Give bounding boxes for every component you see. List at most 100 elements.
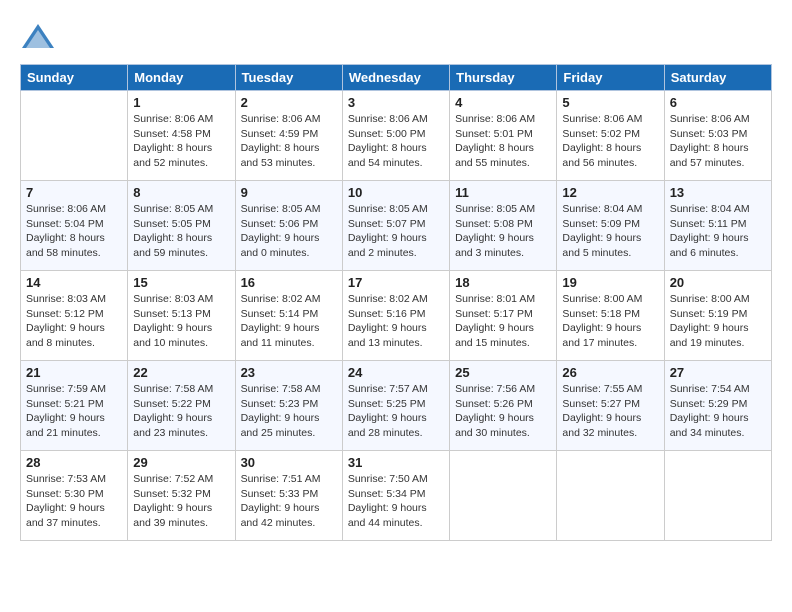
day-number: 24 — [348, 365, 444, 380]
calendar-day-cell: 1 Sunrise: 8:06 AMSunset: 4:58 PMDaylight… — [128, 91, 235, 181]
calendar-day-cell: 12 Sunrise: 8:04 AMSunset: 5:09 PMDayligh… — [557, 181, 664, 271]
weekday-header: Thursday — [450, 65, 557, 91]
calendar-day-cell — [557, 451, 664, 541]
day-info: Sunrise: 7:50 AMSunset: 5:34 PMDaylight:… — [348, 472, 444, 531]
calendar-day-cell: 20 Sunrise: 8:00 AMSunset: 5:19 PMDayligh… — [664, 271, 771, 361]
calendar-header-row: SundayMondayTuesdayWednesdayThursdayFrid… — [21, 65, 772, 91]
weekday-header: Monday — [128, 65, 235, 91]
calendar-day-cell: 27 Sunrise: 7:54 AMSunset: 5:29 PMDayligh… — [664, 361, 771, 451]
day-number: 16 — [241, 275, 337, 290]
calendar-day-cell: 11 Sunrise: 8:05 AMSunset: 5:08 PMDayligh… — [450, 181, 557, 271]
day-number: 28 — [26, 455, 122, 470]
calendar-day-cell: 23Sunrise: 7:58 AMSunset: 5:23 PMDayligh… — [235, 361, 342, 451]
day-info: Sunrise: 8:06 AMSunset: 5:03 PMDaylight:… — [670, 112, 766, 171]
calendar-day-cell: 25 Sunrise: 7:56 AMSunset: 5:26 PMDayligh… — [450, 361, 557, 451]
day-info: Sunrise: 8:01 AMSunset: 5:17 PMDaylight:… — [455, 292, 551, 351]
day-info: Sunrise: 8:02 AMSunset: 5:14 PMDaylight:… — [241, 292, 337, 351]
logo — [20, 20, 62, 56]
day-number: 21 — [26, 365, 122, 380]
calendar-day-cell: 13 Sunrise: 8:04 AMSunset: 5:11 PMDayligh… — [664, 181, 771, 271]
calendar-day-cell: 4 Sunrise: 8:06 AMSunset: 5:01 PMDaylight… — [450, 91, 557, 181]
calendar-week-row: 28Sunrise: 7:53 AMSunset: 5:30 PMDayligh… — [21, 451, 772, 541]
calendar-day-cell: 26Sunrise: 7:55 AMSunset: 5:27 PMDayligh… — [557, 361, 664, 451]
day-number: 25 — [455, 365, 551, 380]
day-number: 4 — [455, 95, 551, 110]
day-number: 19 — [562, 275, 658, 290]
day-number: 2 — [241, 95, 337, 110]
day-info: Sunrise: 8:03 AMSunset: 5:13 PMDaylight:… — [133, 292, 229, 351]
day-number: 20 — [670, 275, 766, 290]
day-info: Sunrise: 8:04 AMSunset: 5:09 PMDaylight:… — [562, 202, 658, 261]
page-header — [20, 20, 772, 56]
weekday-header: Tuesday — [235, 65, 342, 91]
day-number: 8 — [133, 185, 229, 200]
day-number: 6 — [670, 95, 766, 110]
calendar-day-cell — [664, 451, 771, 541]
day-info: Sunrise: 7:59 AMSunset: 5:21 PMDaylight:… — [26, 382, 122, 441]
calendar-day-cell: 3Sunrise: 8:06 AMSunset: 5:00 PMDaylight… — [342, 91, 449, 181]
calendar-week-row: 21 Sunrise: 7:59 AMSunset: 5:21 PMDayligh… — [21, 361, 772, 451]
calendar-day-cell: 8 Sunrise: 8:05 AMSunset: 5:05 PMDaylight… — [128, 181, 235, 271]
day-number: 27 — [670, 365, 766, 380]
calendar-day-cell: 28Sunrise: 7:53 AMSunset: 5:30 PMDayligh… — [21, 451, 128, 541]
calendar-day-cell: 15 Sunrise: 8:03 AMSunset: 5:13 PMDayligh… — [128, 271, 235, 361]
day-info: Sunrise: 7:56 AMSunset: 5:26 PMDaylight:… — [455, 382, 551, 441]
day-number: 23 — [241, 365, 337, 380]
day-number: 18 — [455, 275, 551, 290]
calendar-day-cell: 10 Sunrise: 8:05 AMSunset: 5:07 PMDayligh… — [342, 181, 449, 271]
day-info: Sunrise: 7:54 AMSunset: 5:29 PMDaylight:… — [670, 382, 766, 441]
day-info: Sunrise: 8:00 AMSunset: 5:19 PMDaylight:… — [670, 292, 766, 351]
day-number: 1 — [133, 95, 229, 110]
day-number: 13 — [670, 185, 766, 200]
day-info: Sunrise: 8:05 AMSunset: 5:07 PMDaylight:… — [348, 202, 444, 261]
weekday-header: Wednesday — [342, 65, 449, 91]
calendar-day-cell: 14 Sunrise: 8:03 AMSunset: 5:12 PMDayligh… — [21, 271, 128, 361]
day-info: Sunrise: 7:51 AMSunset: 5:33 PMDaylight:… — [241, 472, 337, 531]
calendar-day-cell — [450, 451, 557, 541]
calendar-week-row: 14 Sunrise: 8:03 AMSunset: 5:12 PMDayligh… — [21, 271, 772, 361]
calendar-week-row: 1 Sunrise: 8:06 AMSunset: 4:58 PMDaylight… — [21, 91, 772, 181]
day-number: 22 — [133, 365, 229, 380]
day-info: Sunrise: 8:05 AMSunset: 5:06 PMDaylight:… — [241, 202, 337, 261]
day-info: Sunrise: 8:00 AMSunset: 5:18 PMDaylight:… — [562, 292, 658, 351]
calendar-day-cell: 19 Sunrise: 8:00 AMSunset: 5:18 PMDayligh… — [557, 271, 664, 361]
calendar-day-cell: 18 Sunrise: 8:01 AMSunset: 5:17 PMDayligh… — [450, 271, 557, 361]
calendar-day-cell: 24 Sunrise: 7:57 AMSunset: 5:25 PMDayligh… — [342, 361, 449, 451]
weekday-header: Sunday — [21, 65, 128, 91]
day-number: 17 — [348, 275, 444, 290]
day-info: Sunrise: 7:58 AMSunset: 5:22 PMDaylight:… — [133, 382, 229, 441]
day-number: 15 — [133, 275, 229, 290]
day-number: 11 — [455, 185, 551, 200]
calendar-day-cell: 29 Sunrise: 7:52 AMSunset: 5:32 PMDayligh… — [128, 451, 235, 541]
day-info: Sunrise: 8:04 AMSunset: 5:11 PMDaylight:… — [670, 202, 766, 261]
day-number: 14 — [26, 275, 122, 290]
calendar-week-row: 7Sunrise: 8:06 AMSunset: 5:04 PMDaylight… — [21, 181, 772, 271]
day-number: 29 — [133, 455, 229, 470]
calendar-day-cell: 7Sunrise: 8:06 AMSunset: 5:04 PMDaylight… — [21, 181, 128, 271]
day-number: 31 — [348, 455, 444, 470]
day-number: 9 — [241, 185, 337, 200]
day-number: 26 — [562, 365, 658, 380]
calendar-day-cell: 17Sunrise: 8:02 AMSunset: 5:16 PMDayligh… — [342, 271, 449, 361]
day-number: 5 — [562, 95, 658, 110]
calendar-day-cell: 31 Sunrise: 7:50 AMSunset: 5:34 PMDayligh… — [342, 451, 449, 541]
day-number: 12 — [562, 185, 658, 200]
calendar-day-cell: 21 Sunrise: 7:59 AMSunset: 5:21 PMDayligh… — [21, 361, 128, 451]
day-number: 10 — [348, 185, 444, 200]
weekday-header: Friday — [557, 65, 664, 91]
weekday-header: Saturday — [664, 65, 771, 91]
day-number: 3 — [348, 95, 444, 110]
day-info: Sunrise: 8:05 AMSunset: 5:08 PMDaylight:… — [455, 202, 551, 261]
day-info: Sunrise: 8:06 AMSunset: 5:01 PMDaylight:… — [455, 112, 551, 171]
day-info: Sunrise: 8:06 AMSunset: 4:59 PMDaylight:… — [241, 112, 337, 171]
day-info: Sunrise: 8:06 AMSunset: 5:04 PMDaylight:… — [26, 202, 122, 261]
day-info: Sunrise: 8:05 AMSunset: 5:05 PMDaylight:… — [133, 202, 229, 261]
day-info: Sunrise: 7:52 AMSunset: 5:32 PMDaylight:… — [133, 472, 229, 531]
day-info: Sunrise: 8:06 AMSunset: 4:58 PMDaylight:… — [133, 112, 229, 171]
day-info: Sunrise: 8:03 AMSunset: 5:12 PMDaylight:… — [26, 292, 122, 351]
calendar-day-cell: 16 Sunrise: 8:02 AMSunset: 5:14 PMDayligh… — [235, 271, 342, 361]
day-info: Sunrise: 7:57 AMSunset: 5:25 PMDaylight:… — [348, 382, 444, 441]
day-info: Sunrise: 8:06 AMSunset: 5:02 PMDaylight:… — [562, 112, 658, 171]
day-number: 30 — [241, 455, 337, 470]
calendar-day-cell: 30 Sunrise: 7:51 AMSunset: 5:33 PMDayligh… — [235, 451, 342, 541]
